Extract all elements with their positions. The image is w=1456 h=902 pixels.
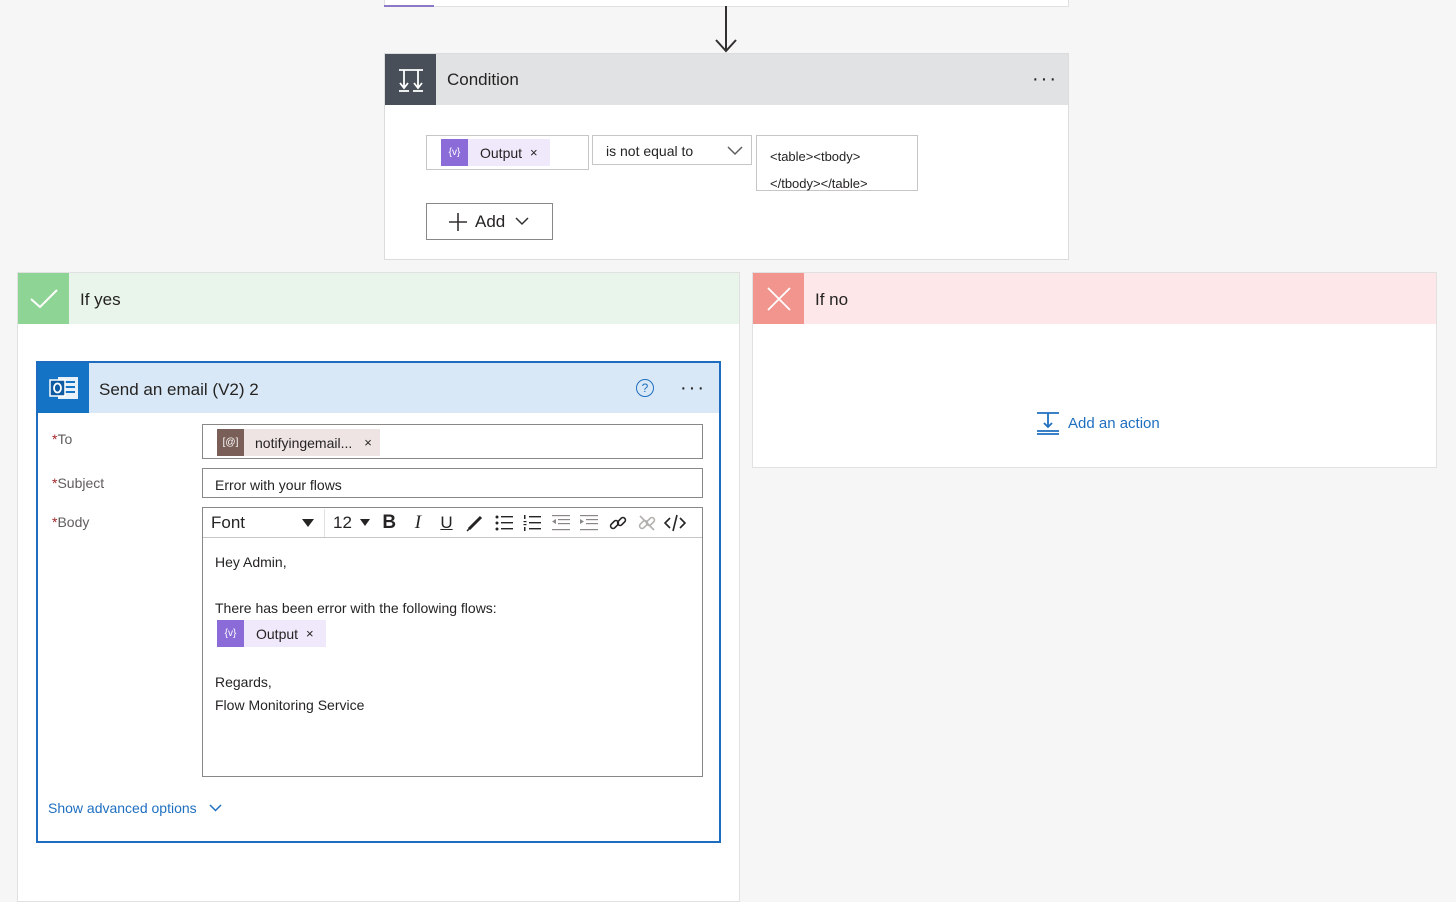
email-token[interactable]: [@] notifyingemail... ×: [217, 429, 380, 456]
operator-dropdown[interactable]: is not equal to: [592, 135, 752, 165]
caret-down-icon: [360, 519, 370, 526]
body-label: *Body: [52, 514, 90, 530]
condition-header[interactable]: Condition ···: [385, 54, 1068, 105]
code-view-icon[interactable]: [661, 509, 690, 537]
body-closing: Regards,: [215, 674, 272, 690]
chevron-down-icon: [209, 804, 222, 812]
if-yes-title: If yes: [80, 290, 121, 309]
subject-label: *Subject: [52, 475, 105, 491]
if-no-branch: If no Add an action: [752, 272, 1437, 468]
chevron-down-icon: [727, 146, 743, 156]
variable-icon: {v}: [441, 139, 468, 166]
body-greeting: Hey Admin,: [215, 554, 287, 570]
bold-icon[interactable]: B: [375, 509, 404, 537]
advanced-options-label: Show advanced options: [48, 800, 197, 816]
condition-more-button[interactable]: ···: [1032, 69, 1058, 89]
highlight-icon[interactable]: [461, 509, 490, 537]
bulleted-list-icon[interactable]: [489, 509, 518, 537]
condition-card[interactable]: Condition ··· {v} Output × is not equal …: [384, 53, 1069, 260]
send-email-title: Send an email (V2) 2: [99, 380, 259, 399]
help-icon[interactable]: ?: [636, 379, 654, 397]
condition-icon: [385, 54, 436, 105]
link-icon[interactable]: [604, 509, 633, 537]
plus-icon: [449, 212, 467, 231]
right-value-line2: </tbody></table>: [770, 176, 868, 191]
numbered-list-icon[interactable]: [518, 509, 547, 537]
down-arrow-icon: [715, 6, 737, 53]
previous-card-accent: [384, 5, 434, 7]
operator-value: is not equal to: [606, 143, 694, 159]
variable-icon: {v}: [217, 620, 244, 647]
send-email-card[interactable]: Send an email (V2) 2 ? ··· *To [@] notif…: [36, 361, 721, 843]
subject-value: Error with your flows: [215, 477, 342, 493]
decrease-indent-icon[interactable]: [547, 509, 576, 537]
if-no-title: If no: [815, 290, 849, 309]
add-button-label: Add: [475, 211, 506, 231]
add-an-action-label: Add an action: [1068, 414, 1160, 432]
if-yes-header[interactable]: If yes: [18, 273, 739, 324]
if-no-header[interactable]: If no: [753, 273, 1436, 324]
body-token-remove-button[interactable]: ×: [304, 626, 326, 641]
send-email-header[interactable]: Send an email (V2) 2 ? ···: [38, 363, 719, 413]
outlook-icon: [38, 363, 89, 413]
body-token-label: Output: [256, 625, 299, 642]
add-an-action-button[interactable]: Add an action: [1036, 411, 1160, 435]
increase-indent-icon[interactable]: [575, 509, 604, 537]
body-signature: Flow Monitoring Service: [215, 697, 365, 713]
checkmark-icon: [18, 273, 69, 324]
body-output-token[interactable]: {v} Output ×: [217, 620, 326, 647]
body-editor[interactable]: Font 12 B I U Hey Admin, There has been …: [202, 507, 703, 777]
to-field[interactable]: [@] notifyingemail... ×: [202, 424, 703, 459]
condition-title: Condition: [447, 70, 519, 89]
condition-left-operand[interactable]: {v} Output ×: [426, 135, 589, 170]
email-more-button[interactable]: ···: [680, 378, 706, 398]
underline-icon[interactable]: U: [432, 509, 461, 537]
italic-icon[interactable]: I: [404, 509, 433, 537]
email-variable-icon: [@]: [217, 429, 244, 456]
font-size-dropdown[interactable]: 12: [325, 509, 375, 537]
to-token-label: notifyingemail...: [255, 434, 353, 451]
add-action-icon: [1037, 412, 1059, 435]
subject-field[interactable]: Error with your flows: [202, 468, 703, 498]
caret-down-icon: [302, 518, 314, 527]
unlink-icon[interactable]: [632, 509, 661, 537]
token-label: Output: [480, 144, 523, 161]
token-remove-button[interactable]: ×: [528, 145, 550, 160]
condition-right-operand[interactable]: <table><tbody> </tbody></table>: [756, 135, 918, 191]
add-button[interactable]: Add: [426, 203, 553, 240]
output-token[interactable]: {v} Output ×: [441, 139, 550, 166]
chevron-down-icon: [515, 217, 529, 226]
body-message: There has been error with the following …: [215, 600, 497, 616]
rich-text-toolbar: Font 12 B I U: [203, 508, 702, 538]
show-advanced-options-link[interactable]: Show advanced options: [48, 800, 222, 816]
close-icon: [753, 273, 804, 324]
to-token-remove-button[interactable]: ×: [360, 435, 380, 450]
right-value-line1: <table><tbody>: [770, 149, 861, 164]
to-label: *To: [52, 431, 73, 447]
font-dropdown[interactable]: Font: [203, 508, 325, 537]
